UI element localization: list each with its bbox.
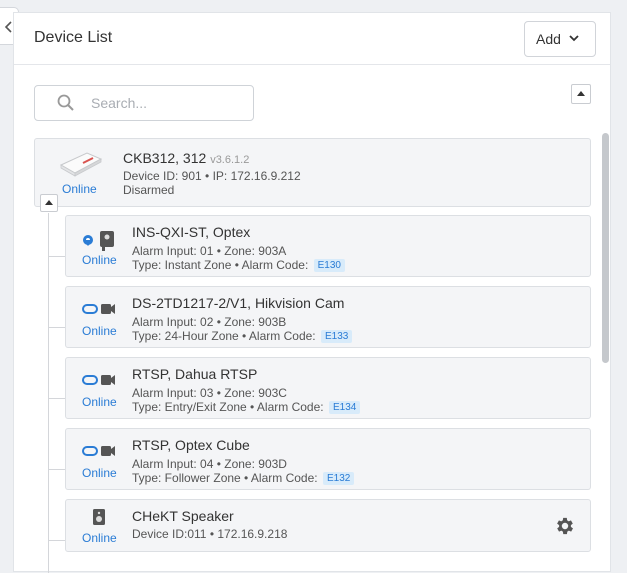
device-list-panel: Device List Add Online C	[13, 12, 611, 573]
add-button-label: Add	[536, 31, 561, 47]
speaker-info: Device ID:011 • 172.16.9.218	[132, 527, 288, 541]
alarm-code-badge: E132	[322, 472, 355, 486]
chevron-down-icon	[569, 35, 579, 42]
zone-card[interactable]: Online DS-2TD1217-2/V1, Hikvision Cam Al…	[65, 286, 591, 348]
zone-name: RTSP, Dahua RTSP	[132, 366, 258, 382]
controller-card[interactable]: Online CKB312, 312 v3.6.1.2 Device ID: 9…	[34, 138, 591, 207]
alarm-code-badge: E134	[328, 401, 361, 415]
zone-type-text: Type: Instant Zone • Alarm Code:	[132, 258, 309, 272]
search-icon	[57, 94, 74, 111]
zone-name: DS-2TD1217-2/V1, Hikvision Cam	[132, 295, 345, 311]
collapse-all-button[interactable]	[571, 84, 591, 104]
camera-icon	[82, 375, 115, 385]
arm-state: Disarmed	[123, 183, 175, 197]
camera-icon	[82, 304, 115, 314]
zone-card[interactable]: Online RTSP, Optex Cube Alarm Input: 04 …	[65, 428, 591, 490]
controller-device-icon	[59, 152, 103, 177]
zone-input-line: Alarm Input: 04 • Zone: 903D	[132, 457, 287, 471]
zone-status: Online	[82, 253, 117, 267]
alarm-code-badge: E133	[320, 330, 353, 344]
controller-name: CKB312, 312 v3.6.1.2	[123, 150, 249, 166]
speaker-name: CHeKT Speaker	[132, 508, 234, 524]
speaker-icon	[93, 509, 105, 525]
tree-connector	[48, 327, 65, 328]
scrollbar-thumb[interactable]	[602, 133, 609, 363]
panel-header: Device List Add	[14, 13, 610, 65]
tree-connector	[48, 540, 65, 541]
zone-name: RTSP, Optex Cube	[132, 437, 250, 453]
tree-connector	[48, 469, 65, 470]
triangle-up-icon	[45, 200, 53, 205]
zone-status: Online	[82, 324, 117, 338]
zone-status: Online	[82, 395, 117, 409]
zone-type-text: Type: Follower Zone • Alarm Code:	[132, 471, 318, 485]
search-box	[34, 85, 254, 121]
search-input[interactable]	[91, 93, 241, 113]
page-title: Device List	[34, 29, 113, 46]
add-button[interactable]: Add	[524, 21, 596, 57]
controller-name-text: CKB312, 312	[123, 150, 207, 166]
gear-icon[interactable]	[554, 515, 576, 537]
zone-type-text: Type: Entry/Exit Zone • Alarm Code:	[132, 400, 324, 414]
triangle-up-icon	[577, 91, 585, 96]
camera-icon	[82, 446, 115, 456]
zone-card[interactable]: Online RTSP, Dahua RTSP Alarm Input: 03 …	[65, 357, 591, 419]
controller-id-ip: Device ID: 901 • IP: 172.16.9.212	[123, 169, 301, 183]
zone-status: Online	[82, 466, 117, 480]
zone-type-line: Type: Follower Zone • Alarm Code: E132	[132, 471, 355, 486]
zone-name: INS-QXI-ST, Optex	[132, 224, 251, 240]
tree-connector	[48, 213, 49, 573]
zone-input-line: Alarm Input: 01 • Zone: 903A	[132, 244, 287, 258]
motion-sensor-icon	[83, 231, 114, 251]
alarm-code-badge: E130	[313, 259, 345, 273]
zone-type-line: Type: Instant Zone • Alarm Code: E130	[132, 258, 345, 273]
controller-status: Online	[62, 182, 97, 196]
zone-input-line: Alarm Input: 03 • Zone: 903C	[132, 386, 287, 400]
zone-type-text: Type: 24-Hour Zone • Alarm Code:	[132, 329, 316, 343]
speaker-card[interactable]: Online CHeKT Speaker Device ID:011 • 172…	[65, 499, 591, 552]
speaker-status: Online	[82, 531, 117, 545]
tree-connector	[48, 256, 65, 257]
collapse-controller-button[interactable]	[40, 194, 58, 212]
firmware-version: v3.6.1.2	[210, 154, 250, 166]
zone-type-line: Type: 24-Hour Zone • Alarm Code: E133	[132, 329, 353, 344]
zone-input-line: Alarm Input: 02 • Zone: 903B	[132, 315, 287, 329]
zone-card[interactable]: Online INS-QXI-ST, Optex Alarm Input: 01…	[65, 215, 591, 277]
zone-type-line: Type: Entry/Exit Zone • Alarm Code: E134	[132, 400, 361, 415]
tree-connector	[48, 398, 65, 399]
